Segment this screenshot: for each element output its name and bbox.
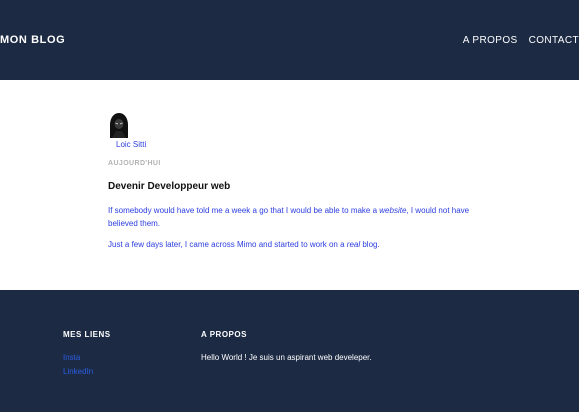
hooded-figure-avatar-icon	[108, 111, 130, 140]
nav-link-a-propos[interactable]: A PROPOS	[463, 35, 518, 46]
footer-about-text: Hello World ! Je suis un aspirant web de…	[201, 353, 372, 362]
main-nav: A PROPOS CONTACT	[452, 35, 579, 46]
footer-link-linkedin[interactable]: LinkedIn	[63, 367, 93, 376]
footer-links-heading: MES LIENS	[63, 330, 111, 339]
post-date: AUJOURD'HUI	[108, 160, 161, 167]
main-content	[0, 80, 579, 290]
post-paragraph-2: Just a few days later, I came across Mim…	[108, 240, 380, 249]
footer-about-heading: A PROPOS	[201, 330, 247, 339]
post-paragraph-1: If somebody would have told me a week a …	[108, 206, 470, 228]
site-footer: MES LIENS Insta LinkedIn A PROPOS Hello …	[0, 290, 579, 412]
nav-link-contact[interactable]: CONTACT	[529, 35, 579, 46]
post-author[interactable]: Loic Sitti	[116, 140, 146, 149]
site-logo[interactable]: MON BLOG	[0, 34, 65, 46]
footer-link-insta[interactable]: Insta	[63, 353, 80, 362]
post-title: Devenir Developpeur web	[108, 181, 231, 192]
site-header: MON BLOG A PROPOS CONTACT	[0, 0, 579, 80]
